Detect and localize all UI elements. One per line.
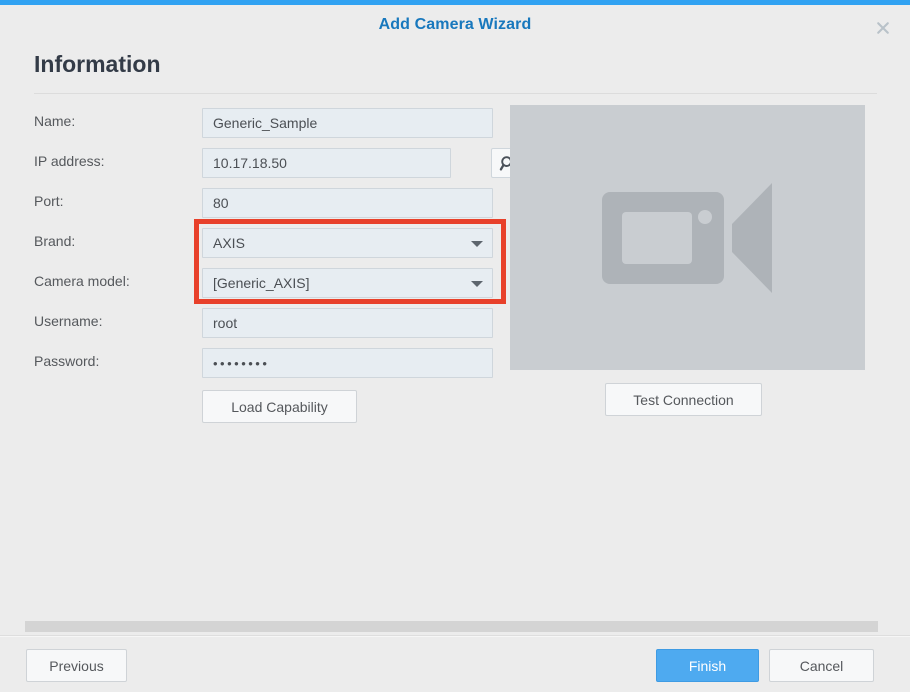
form-row-camera-model: Camera model: [Generic_AXIS] bbox=[34, 268, 504, 298]
username-label: Username: bbox=[34, 313, 103, 329]
load-capability-button[interactable]: Load Capability bbox=[202, 390, 357, 423]
cancel-button[interactable]: Cancel bbox=[769, 649, 874, 682]
brand-value: AXIS bbox=[213, 235, 245, 251]
form-row-brand: Brand: AXIS bbox=[34, 228, 504, 258]
username-input[interactable]: root bbox=[202, 308, 493, 338]
form-row-username: Username: root bbox=[34, 308, 504, 338]
form-row-password: Password: •••••••• bbox=[34, 348, 504, 378]
name-input[interactable]: Generic_Sample bbox=[202, 108, 493, 138]
name-value: Generic_Sample bbox=[213, 115, 318, 131]
form-row-name: Name: Generic_Sample bbox=[34, 108, 504, 138]
camera-model-select[interactable]: [Generic_AXIS] bbox=[202, 268, 493, 298]
test-connection-button[interactable]: Test Connection bbox=[605, 383, 762, 416]
add-camera-wizard-dialog: Add Camera Wizard Information Name: Gene… bbox=[0, 0, 910, 692]
ip-address-value: 10.17.18.50 bbox=[213, 155, 287, 171]
password-label: Password: bbox=[34, 353, 100, 369]
camera-preview-placeholder bbox=[510, 105, 865, 370]
name-label: Name: bbox=[34, 113, 76, 129]
camera-icon bbox=[601, 182, 774, 294]
brand-select[interactable]: AXIS bbox=[202, 228, 493, 258]
dialog-title: Add Camera Wizard bbox=[378, 16, 532, 33]
footer-divider-highlight bbox=[0, 636, 910, 637]
close-icon[interactable] bbox=[870, 15, 896, 41]
password-input[interactable]: •••••••• bbox=[202, 348, 493, 378]
port-label: Port: bbox=[34, 193, 64, 209]
port-input[interactable]: 80 bbox=[202, 188, 493, 218]
horizontal-scrollbar[interactable] bbox=[25, 621, 885, 632]
brand-label: Brand: bbox=[34, 233, 76, 249]
camera-model-value: [Generic_AXIS] bbox=[213, 275, 310, 291]
username-value: root bbox=[213, 315, 238, 331]
port-value: 80 bbox=[213, 195, 229, 211]
form-row-port: Port: 80 bbox=[34, 188, 504, 218]
camera-model-label: Camera model: bbox=[34, 273, 130, 289]
chevron-down-icon bbox=[471, 281, 483, 287]
chevron-down-icon bbox=[471, 241, 483, 247]
finish-button[interactable]: Finish bbox=[656, 649, 759, 682]
heading-divider bbox=[34, 93, 877, 94]
ip-address-label: IP address: bbox=[34, 153, 105, 169]
previous-button[interactable]: Previous bbox=[26, 649, 127, 682]
password-value: •••••••• bbox=[213, 355, 270, 371]
ip-address-input[interactable]: 10.17.18.50 bbox=[202, 148, 451, 178]
form-row-ip-address: IP address: 10.17.18.50 bbox=[34, 148, 523, 178]
horizontal-scrollbar-thumb[interactable] bbox=[25, 621, 878, 632]
dialog-titlebar: Add Camera Wizard bbox=[0, 5, 910, 43]
page-title: Information bbox=[34, 51, 161, 77]
